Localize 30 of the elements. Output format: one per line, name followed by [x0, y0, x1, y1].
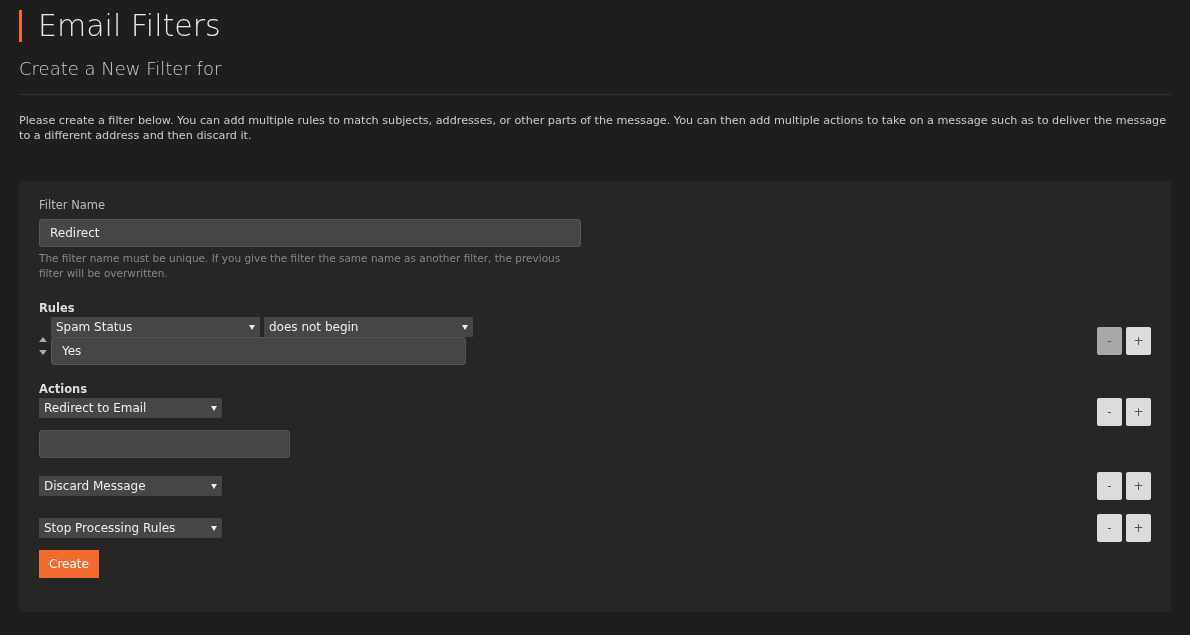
- select-dropdown[interactable]: Discard Message: [39, 476, 222, 497]
- remove-button[interactable]: -: [1097, 514, 1122, 543]
- caret-icon: [211, 483, 217, 489]
- section-label: Rules: [39, 299, 76, 317]
- filter-name-field[interactable]: Redirect: [39, 218, 581, 247]
- remove-button[interactable]: -: [1097, 472, 1122, 501]
- select-dropdown[interactable]: Spam Status: [51, 317, 260, 338]
- section-label: Actions: [39, 381, 89, 399]
- caret-icon: [211, 405, 217, 411]
- rule-value-field[interactable]: Yes: [51, 337, 466, 366]
- add-button[interactable]: +: [1126, 472, 1151, 501]
- add-button[interactable]: +: [1126, 327, 1151, 356]
- remove-button[interactable]: -: [1097, 398, 1122, 427]
- email-field[interactable]: [39, 430, 290, 459]
- page-subtitle: Create a New Filter for: [19, 58, 223, 80]
- move-up-icon[interactable]: [39, 337, 47, 343]
- caret-icon: [211, 525, 217, 531]
- intro-text: Please create a filter below. You can add multiple rules to match subjects, addresses, or other parts of the message. You can then add multiple actions to take on a message such as to deliver the message to a different address and then discard it.: [19, 112, 1168, 143]
- add-button[interactable]: +: [1126, 514, 1151, 543]
- select-dropdown[interactable]: does not begin: [264, 317, 473, 338]
- field-label: Filter Name: [39, 196, 107, 214]
- caret-icon: [462, 324, 468, 330]
- caret-icon: [249, 324, 255, 330]
- add-button[interactable]: +: [1126, 398, 1151, 427]
- select-dropdown[interactable]: Stop Processing Rules: [39, 518, 222, 539]
- help-text: The filter name must be unique. If you give the filter the same name as another filter, the previous filter will be overwritten.: [39, 250, 562, 281]
- select-dropdown[interactable]: Redirect to Email: [39, 398, 222, 419]
- page-title: Email Filters: [19, 10, 1171, 42]
- move-down-icon[interactable]: [39, 350, 47, 356]
- create-button[interactable]: Create: [39, 550, 99, 579]
